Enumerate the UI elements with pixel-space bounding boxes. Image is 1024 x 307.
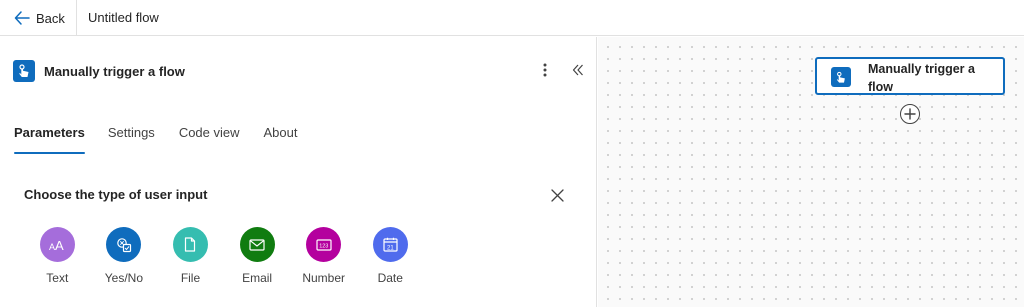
input-type-label: Email bbox=[242, 271, 273, 285]
tab-code-view[interactable]: Code view bbox=[179, 124, 240, 154]
panel-tabs: Parameters Settings Code view About bbox=[14, 124, 298, 154]
input-type-label: Number bbox=[302, 271, 346, 285]
double-chevron-left-icon bbox=[572, 64, 583, 76]
more-vertical-icon bbox=[543, 63, 547, 77]
tab-parameters[interactable]: Parameters bbox=[14, 124, 85, 154]
input-type-number[interactable]: 123 Number bbox=[290, 227, 357, 285]
plus-icon bbox=[904, 108, 916, 120]
collapse-panel-button[interactable] bbox=[569, 59, 587, 81]
close-icon bbox=[550, 188, 564, 202]
arrow-left-icon bbox=[14, 11, 30, 25]
input-type-heading: Choose the type of user input bbox=[24, 187, 208, 202]
add-step-button[interactable] bbox=[900, 104, 920, 124]
back-button[interactable]: Back bbox=[8, 0, 71, 36]
flow-canvas[interactable]: Manually trigger a flow bbox=[598, 37, 1024, 307]
svg-text:21: 21 bbox=[387, 245, 394, 251]
top-bar: Back Untitled flow bbox=[0, 0, 1024, 36]
input-type-list: AA Text Yes/No File Email 123 Number 21 … bbox=[24, 227, 424, 285]
manual-trigger-icon bbox=[831, 67, 851, 87]
date-icon: 21 bbox=[372, 227, 408, 262]
input-type-label: File bbox=[180, 271, 201, 285]
details-panel: Manually trigger a flow Parameters Setti… bbox=[0, 37, 597, 307]
tab-about[interactable]: About bbox=[264, 124, 298, 154]
yes-no-icon bbox=[106, 227, 142, 262]
text-icon: AA bbox=[39, 227, 75, 262]
more-options-button[interactable] bbox=[536, 59, 554, 81]
number-icon: 123 bbox=[306, 227, 342, 262]
svg-text:A: A bbox=[55, 238, 64, 252]
email-icon bbox=[239, 227, 275, 262]
input-type-label: Date bbox=[377, 271, 403, 285]
svg-text:123: 123 bbox=[319, 243, 328, 249]
input-type-yes-no[interactable]: Yes/No bbox=[91, 227, 158, 285]
input-type-date[interactable]: 21 Date bbox=[357, 227, 424, 285]
topbar-divider bbox=[76, 0, 77, 36]
back-label: Back bbox=[36, 10, 65, 26]
input-type-label: Yes/No bbox=[104, 271, 144, 285]
tab-settings[interactable]: Settings bbox=[108, 124, 155, 154]
panel-title: Manually trigger a flow bbox=[44, 63, 185, 79]
input-type-email[interactable]: Email bbox=[224, 227, 291, 285]
manual-trigger-icon bbox=[13, 60, 35, 82]
input-type-file[interactable]: File bbox=[157, 227, 224, 285]
flow-title[interactable]: Untitled flow bbox=[88, 0, 159, 36]
trigger-node-title: Manually trigger a flow bbox=[868, 62, 975, 94]
panel-header: Manually trigger a flow bbox=[13, 59, 185, 83]
input-type-text[interactable]: AA Text bbox=[24, 227, 91, 285]
close-input-chooser-button[interactable] bbox=[548, 186, 566, 204]
file-icon bbox=[172, 227, 208, 262]
input-type-label: Text bbox=[46, 271, 69, 285]
trigger-node[interactable]: Manually trigger a flow bbox=[815, 57, 1005, 95]
